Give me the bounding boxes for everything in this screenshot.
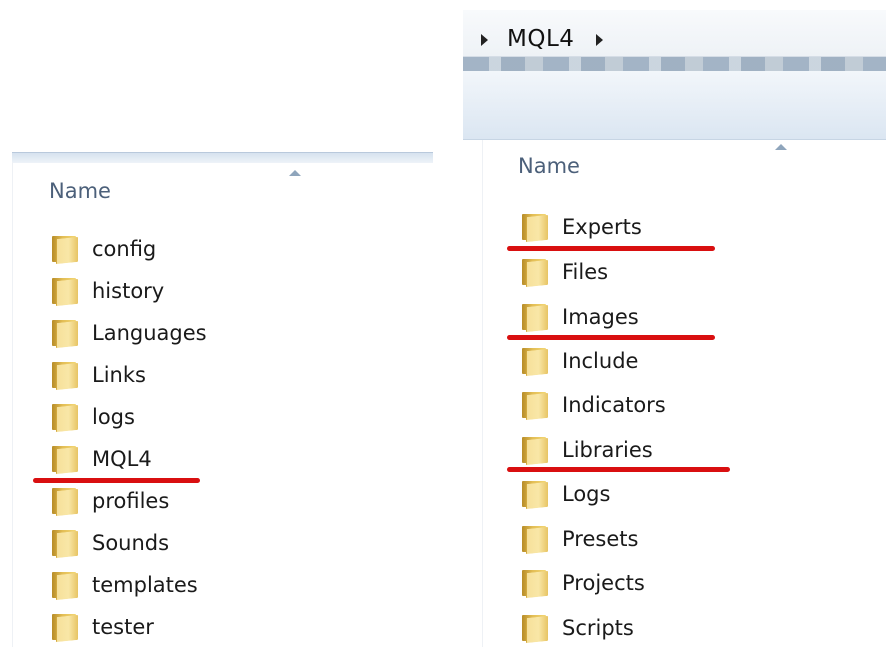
- right-divider: [482, 140, 483, 647]
- name-column-header[interactable]: Name: [49, 179, 111, 203]
- toolbar: [463, 71, 886, 140]
- name-column-header[interactable]: Name: [518, 154, 580, 178]
- folder-item[interactable]: Projects: [522, 568, 645, 599]
- folder-icon: [52, 235, 78, 265]
- folder-name: Images: [562, 305, 639, 329]
- folder-name: tester: [92, 615, 154, 639]
- folder-icon: [522, 480, 548, 510]
- highlight-underline-images: [507, 335, 715, 340]
- folder-name: Indicators: [562, 393, 666, 417]
- address-bar[interactable]: MQL4: [463, 10, 886, 57]
- folder-name: Sounds: [92, 531, 170, 555]
- folder-icon: [52, 571, 78, 601]
- folder-item[interactable]: Scripts: [522, 613, 634, 644]
- highlight-underline-mql4: [33, 478, 200, 483]
- breadcrumb-mql4[interactable]: MQL4: [507, 26, 574, 52]
- highlight-underline-experts: [507, 246, 715, 251]
- folder-name: templates: [92, 573, 198, 597]
- sort-ascending-icon: [775, 144, 787, 150]
- folder-name: Presets: [562, 527, 639, 551]
- folder-item[interactable]: Languages: [52, 318, 207, 349]
- folder-icon: [522, 303, 548, 333]
- folder-name: Experts: [562, 215, 642, 239]
- folder-item[interactable]: Links: [52, 360, 146, 391]
- folder-item[interactable]: Include: [522, 346, 639, 377]
- window-frame-stripe: [463, 57, 886, 71]
- folder-name: Logs: [562, 482, 611, 506]
- folder-item[interactable]: config: [52, 234, 157, 265]
- folder-icon: [52, 487, 78, 517]
- folder-item[interactable]: tester: [52, 612, 154, 643]
- folder-item-images[interactable]: Images: [522, 302, 639, 333]
- folder-name: logs: [92, 405, 135, 429]
- folder-item-libraries[interactable]: Libraries: [522, 435, 653, 466]
- folder-icon: [522, 258, 548, 288]
- sort-ascending-icon: [289, 170, 301, 176]
- folder-icon: [522, 525, 548, 555]
- breadcrumb-arrow-icon[interactable]: [481, 34, 488, 46]
- folder-item[interactable]: logs: [52, 402, 135, 433]
- folder-name: Projects: [562, 571, 645, 595]
- folder-icon: [522, 614, 548, 644]
- folder-name: profiles: [92, 489, 170, 513]
- folder-icon: [52, 277, 78, 307]
- breadcrumb-chevron-icon[interactable]: [596, 34, 603, 46]
- folder-item[interactable]: history: [52, 276, 165, 307]
- folder-name: Links: [92, 363, 146, 387]
- left-header-border: [12, 152, 433, 163]
- folder-name: Libraries: [562, 438, 653, 462]
- folder-icon: [52, 529, 78, 559]
- right-file-list: MQL4 Name Experts Files Images Include I…: [463, 0, 886, 647]
- folder-name: Scripts: [562, 616, 634, 640]
- folder-name: MQL4: [92, 447, 152, 471]
- folder-item[interactable]: Indicators: [522, 390, 666, 421]
- folder-icon: [522, 569, 548, 599]
- folder-icon: [522, 213, 548, 243]
- folder-icon: [52, 445, 78, 475]
- highlight-underline-libraries: [507, 467, 730, 472]
- folder-name: Languages: [92, 321, 207, 345]
- folder-item[interactable]: templates: [52, 570, 198, 601]
- folder-icon: [522, 347, 548, 377]
- folder-name: config: [92, 237, 157, 261]
- left-divider: [12, 162, 13, 647]
- folder-name: history: [92, 279, 165, 303]
- folder-item[interactable]: Sounds: [52, 528, 170, 559]
- folder-name: Files: [562, 260, 609, 284]
- screenshot-composite: Name config history Languages Links logs…: [0, 0, 886, 647]
- left-file-list: Name config history Languages Links logs…: [12, 152, 433, 647]
- folder-icon: [52, 403, 78, 433]
- folder-item[interactable]: Logs: [522, 479, 611, 510]
- folder-item-experts[interactable]: Experts: [522, 212, 642, 243]
- folder-icon: [522, 391, 548, 421]
- folder-icon: [52, 319, 78, 349]
- folder-name: Include: [562, 349, 639, 373]
- folder-icon: [522, 436, 548, 466]
- folder-item[interactable]: Presets: [522, 524, 639, 555]
- folder-item[interactable]: Files: [522, 257, 609, 288]
- folder-item[interactable]: profiles: [52, 486, 170, 517]
- folder-icon: [52, 613, 78, 643]
- folder-icon: [52, 361, 78, 391]
- folder-item-mql4[interactable]: MQL4: [52, 444, 152, 475]
